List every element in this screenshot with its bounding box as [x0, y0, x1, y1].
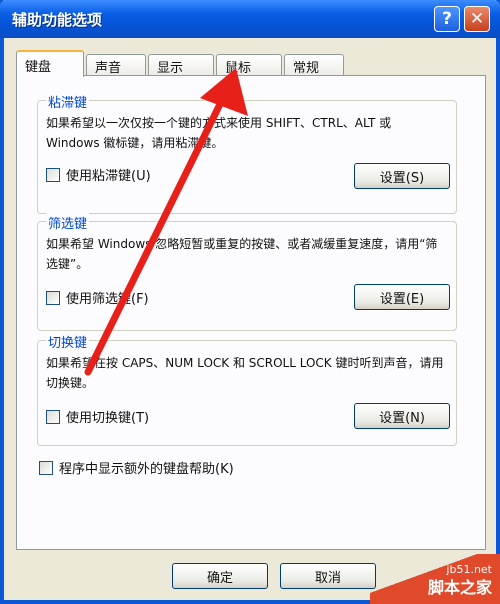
cancel-button[interactable]: 取消: [280, 563, 376, 589]
keyboard-tab-panel: 粘滞键 如果希望以一次仅按一个键的方式来使用 SHIFT、CTRL、ALT 或 …: [16, 75, 486, 550]
title-bar: 辅助功能选项 ? ✕: [0, 0, 500, 38]
filter-keys-checkbox-row[interactable]: 使用筛选键(F): [46, 288, 149, 307]
help-button[interactable]: ?: [434, 6, 460, 32]
window-title: 辅助功能选项: [12, 11, 103, 29]
watermark-logo: jb51.net 脚本之家: [370, 554, 500, 604]
close-button[interactable]: ✕: [464, 6, 490, 32]
sticky-keys-checkbox[interactable]: [46, 167, 60, 182]
toggle-keys-checkbox[interactable]: [46, 409, 60, 424]
toggle-keys-checkbox-label[interactable]: 使用切换键(T): [66, 407, 149, 426]
tab-display[interactable]: 显示: [148, 54, 214, 76]
filter-keys-description: 如果希望 Windows 忽略短暂或重复的按键、或者减缓重复速度，请用“筛选键”…: [46, 237, 438, 271]
toggle-keys-title: 切换键: [46, 332, 90, 351]
ok-button[interactable]: 确定: [172, 563, 268, 589]
toggle-keys-settings-button[interactable]: 设置(N): [354, 403, 450, 429]
toggle-keys-description: 如果希望在按 CAPS、NUM LOCK 和 SCROLL LOCK 键时听到声…: [46, 356, 444, 390]
sticky-keys-settings-button[interactable]: 设置(S): [354, 163, 450, 189]
accessibility-options-window: 辅助功能选项 ? ✕ 键盘 声音 显示 鼠标 常规 粘滞键 如果希望以一次仅按一…: [0, 0, 500, 604]
tab-general[interactable]: 常规: [284, 54, 344, 76]
filter-keys-settings-button[interactable]: 设置(E): [354, 284, 450, 310]
filter-keys-group: 筛选键 如果希望 Windows 忽略短暂或重复的按键、或者减缓重复速度，请用“…: [37, 213, 457, 331]
extra-keyboard-help-checkbox[interactable]: [39, 460, 53, 475]
sticky-keys-checkbox-row[interactable]: 使用粘滞键(U): [46, 165, 151, 184]
filter-keys-checkbox[interactable]: [46, 290, 60, 305]
extra-keyboard-help-row[interactable]: 程序中显示额外的键盘帮助(K): [39, 458, 234, 477]
tab-keyboard[interactable]: 键盘: [16, 50, 84, 77]
sticky-keys-checkbox-label[interactable]: 使用粘滞键(U): [66, 165, 151, 184]
extra-keyboard-help-label[interactable]: 程序中显示额外的键盘帮助(K): [59, 458, 234, 477]
sticky-keys-group: 粘滞键 如果希望以一次仅按一个键的方式来使用 SHIFT、CTRL、ALT 或 …: [37, 92, 457, 214]
watermark-name: 脚本之家: [427, 578, 492, 597]
toggle-keys-checkbox-row[interactable]: 使用切换键(T): [46, 407, 149, 426]
filter-keys-title: 筛选键: [46, 213, 90, 232]
tab-mouse[interactable]: 鼠标: [216, 54, 282, 76]
sticky-keys-title: 粘滞键: [46, 92, 90, 111]
filter-keys-checkbox-label[interactable]: 使用筛选键(F): [66, 288, 149, 307]
toggle-keys-group: 切换键 如果希望在按 CAPS、NUM LOCK 和 SCROLL LOCK 键…: [37, 332, 457, 446]
sticky-keys-description: 如果希望以一次仅按一个键的方式来使用 SHIFT、CTRL、ALT 或 Wind…: [46, 116, 392, 150]
tab-sound[interactable]: 声音: [86, 54, 146, 76]
